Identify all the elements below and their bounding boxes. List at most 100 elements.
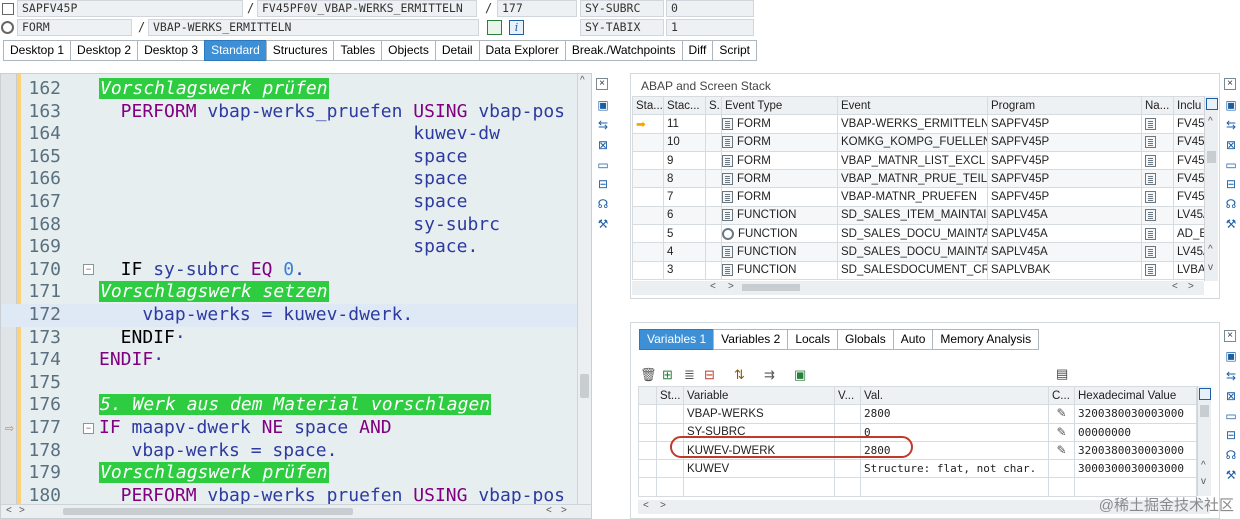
navigate-icon[interactable]	[1145, 172, 1156, 185]
swap-tool-icon[interactable]: ⇆	[595, 117, 611, 133]
variable-value[interactable]	[860, 477, 1049, 497]
variable-row[interactable]: VBAP-WERKS 2800 ✎ 3200380030003000	[638, 404, 1197, 424]
stack-row[interactable]: 5 FUNCTION SD_SALES_DOCU_MAINTA SAPLV45A AD_…	[632, 224, 1205, 244]
scroll-left-arrow-icon[interactable]: <	[546, 505, 552, 516]
tab-standard[interactable]: Standard	[204, 40, 267, 61]
tab-desktop-2[interactable]: Desktop 2	[70, 40, 139, 61]
tab-data-explorer[interactable]: Data Explorer	[478, 40, 566, 61]
replace-tool-icon[interactable]: ⊠	[1223, 137, 1239, 153]
variable-row[interactable]: KUWEV Structure: flat, not char. 300030003…	[638, 459, 1197, 479]
sort-icon[interactable]: ⇅	[734, 367, 745, 383]
tab-diff[interactable]: Diff	[681, 40, 714, 61]
scroll-down-arrow-icon[interactable]: v	[1208, 262, 1213, 273]
scroll-right-arrow-icon[interactable]: >	[19, 505, 25, 516]
stack-row[interactable]: 3 FUNCTION SD_SALESDOCUMENT_CRE SAPLVBAK LVB…	[632, 260, 1205, 280]
new-tool-icon[interactable]: ▣	[595, 97, 611, 113]
variables-column-header[interactable]: Variable	[683, 385, 835, 406]
variable-name[interactable]: VBAP-WERKS	[683, 404, 835, 424]
split-icon[interactable]: ⊟	[1223, 176, 1239, 192]
columns-icon[interactable]	[1206, 98, 1218, 110]
stack-row[interactable]: 6 FUNCTION SD_SALES_ITEM_MAINTAI SAPLV45A LV…	[632, 205, 1205, 226]
tab-variables-2[interactable]: Variables 2	[713, 329, 789, 350]
navigate-icon[interactable]	[1145, 136, 1156, 149]
tab-objects[interactable]: Objects	[381, 40, 436, 61]
tab-memory-analysis[interactable]: Memory Analysis	[932, 329, 1040, 350]
source-editor[interactable]: ⇨ − − 162 Vorschlagswerk prüfen 163 PERFOR…	[0, 73, 592, 519]
services-icon[interactable]: ☊	[1223, 196, 1239, 212]
edit-pencil-icon[interactable]: ✎	[1055, 425, 1068, 439]
variable-value[interactable]: Structure: flat, not char.	[860, 459, 1049, 479]
scroll-thumb[interactable]	[580, 374, 589, 398]
transfer-icon[interactable]: ⇉	[764, 367, 775, 383]
row-selector[interactable]	[638, 422, 657, 442]
scroll-right-arrow-icon[interactable]: >	[561, 505, 567, 516]
replace-tool-icon[interactable]: ⊠	[1223, 388, 1239, 404]
edit-pencil-icon[interactable]: ✎	[1055, 407, 1068, 420]
stack-horizontal-scrollbar[interactable]: < > < >	[632, 281, 1204, 295]
tab-locals[interactable]: Locals	[787, 329, 838, 350]
variable-name[interactable]	[683, 477, 835, 497]
close-icon[interactable]: ×	[596, 78, 608, 90]
variables-vertical-scrollbar[interactable]: ^ v	[1197, 386, 1211, 496]
variables-column-header[interactable]: Val.	[860, 385, 1049, 406]
navigate-icon[interactable]	[1145, 209, 1156, 222]
list-icon[interactable]: ≣	[684, 367, 695, 383]
hscroll-thumb[interactable]	[63, 508, 353, 515]
scroll-left-arrow-icon[interactable]: <	[710, 281, 716, 292]
tab-globals[interactable]: Globals	[837, 329, 894, 350]
stack-column-header[interactable]: Event	[837, 95, 988, 116]
editor-horizontal-scrollbar[interactable]: < > < >	[1, 504, 591, 518]
scroll-down-arrow-icon[interactable]: v	[1201, 476, 1206, 487]
stack-row[interactable]: 9 FORM VBAP_MATNR_LIST_EXCLSAPFV45P FV45I	[632, 150, 1205, 171]
tab-structures[interactable]: Structures	[265, 40, 335, 61]
stack-column-header[interactable]: Na...	[1141, 95, 1174, 116]
scroll-up-arrow-icon[interactable]: ^	[1208, 244, 1213, 255]
row-selector[interactable]	[638, 459, 657, 479]
new-tool-icon[interactable]: ▣	[1223, 97, 1239, 113]
variables-column-header[interactable]: Hexadecimal Value	[1074, 385, 1197, 406]
new-tool-icon[interactable]: ▣	[1223, 348, 1239, 364]
stack-column-header[interactable]: Program	[987, 95, 1142, 116]
tab-detail[interactable]: Detail	[434, 40, 480, 61]
scroll-left-arrow-icon[interactable]: <	[1172, 281, 1178, 292]
swap-tool-icon[interactable]: ⇆	[1223, 368, 1239, 384]
settings-icon[interactable]: ⚒	[595, 216, 611, 232]
tab-auto[interactable]: Auto	[892, 329, 934, 350]
navigate-icon[interactable]	[1145, 154, 1156, 167]
stack-row[interactable]: 4 FUNCTION SD_SALES_DOCU_MAINTA SAPLV45A LV4…	[632, 242, 1205, 262]
row-selector[interactable]	[638, 440, 657, 461]
navigate-icon[interactable]	[1145, 246, 1156, 258]
navigate-icon[interactable]	[487, 20, 502, 35]
scroll-up-arrow-icon[interactable]: ^	[1208, 116, 1213, 127]
variables-column-header[interactable]: C...	[1048, 385, 1075, 406]
editor-vertical-scrollbar[interactable]: ^	[577, 74, 591, 504]
save-icon[interactable]: ▤	[1056, 366, 1068, 382]
variable-value[interactable]: 2800	[860, 404, 1049, 424]
stack-row[interactable]: 7 FORM VBAP-MATNR_PRUEFENSAPFV45P FV45I	[632, 187, 1205, 207]
maximize-icon[interactable]: ▭	[1223, 157, 1239, 173]
tab-desktop-1[interactable]: Desktop 1	[3, 40, 72, 61]
scroll-left-arrow-icon[interactable]: <	[6, 505, 12, 516]
scroll-right-arrow-icon[interactable]: >	[728, 281, 734, 292]
swap-tool-icon[interactable]: ⇆	[1223, 117, 1239, 133]
variable-name[interactable]: KUWEV	[683, 459, 835, 479]
maximize-icon[interactable]: ▭	[595, 157, 611, 173]
stack-row[interactable]: 8 FORM VBAP_MATNR_PRUE_TEIL2SAPFV45P FV45I	[632, 169, 1205, 189]
info-icon[interactable]: i	[509, 20, 524, 35]
settings-icon[interactable]: ⚒	[1223, 216, 1239, 232]
stack-vertical-scrollbar[interactable]: ^ ^ v	[1204, 96, 1218, 281]
row-selector[interactable]	[638, 477, 657, 497]
scroll-left-arrow-icon[interactable]: <	[643, 500, 649, 511]
close-icon[interactable]: ×	[1224, 330, 1236, 342]
export-icon[interactable]: ▣	[794, 367, 806, 383]
stack-column-header[interactable]: Inclu	[1173, 95, 1205, 116]
navigate-icon[interactable]	[1145, 264, 1156, 277]
maximize-icon[interactable]: ▭	[1223, 408, 1239, 424]
stack-row[interactable]: 10 FORM KOMKG_KOMPG_FUELLENSAPFV45P FV45I	[632, 132, 1205, 152]
replace-tool-icon[interactable]: ⊠	[595, 137, 611, 153]
variables-column-header[interactable]: St...	[656, 385, 684, 406]
scroll-thumb[interactable]	[1200, 405, 1209, 417]
scroll-right-arrow-icon[interactable]: >	[660, 500, 666, 511]
navigate-icon[interactable]	[1145, 227, 1156, 240]
services-icon[interactable]: ☊	[595, 196, 611, 212]
